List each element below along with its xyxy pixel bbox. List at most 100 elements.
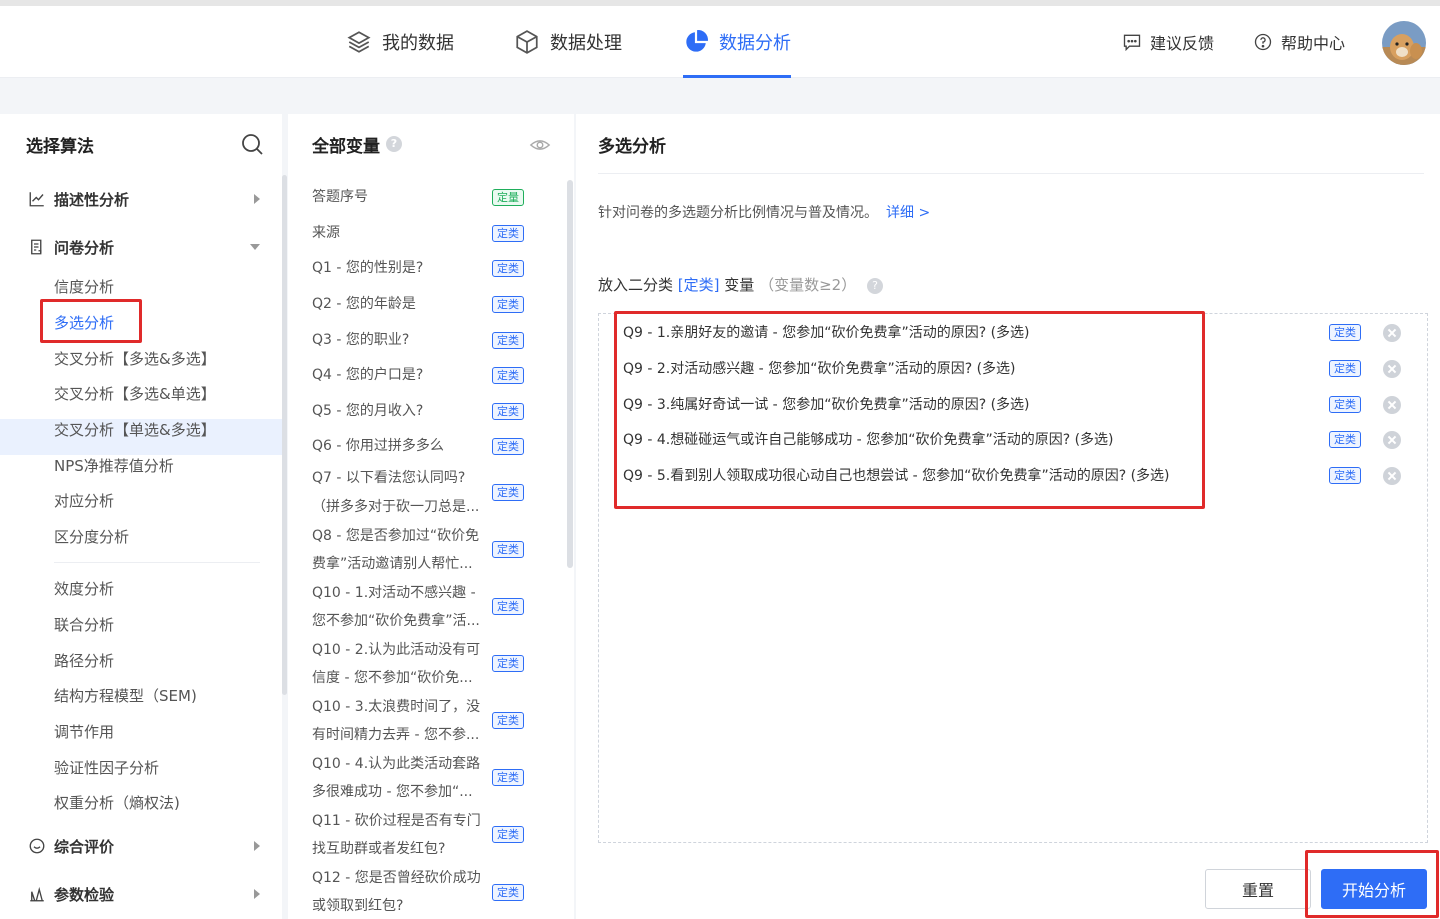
avatar-image bbox=[1382, 21, 1426, 65]
variable-drop-zone[interactable]: Q9 - 1.亲朋好友的邀请 - 您参加“砍价免费拿”活动的原因? (多选) 定… bbox=[598, 313, 1428, 843]
var-item[interactable]: Q5 - 您的月收入? bbox=[312, 397, 484, 425]
description-text: 针对问卷的多选题分析比例情况与普及情况。 bbox=[598, 205, 878, 221]
feedback-link[interactable]: 建议反馈 bbox=[1122, 6, 1214, 78]
selected-variable-tag: 定类 bbox=[1329, 431, 1361, 448]
var-tag: 定类 bbox=[492, 367, 524, 384]
algorithm-panel: 选择算法 描述性分析 问卷分析 信度分析 多选分析 交叉分析【多选&多选】 交叉… bbox=[0, 114, 282, 919]
selected-variable[interactable]: Q9 - 4.想碰碰运气或许自己能够成功 - 您参加“砍价免费拿”活动的原因? … bbox=[623, 429, 1114, 453]
algo-multi-select[interactable]: 多选分析 bbox=[54, 312, 114, 334]
drop-label-type: [定类] bbox=[677, 276, 720, 294]
var-item-line2[interactable]: 或领取到红包? bbox=[312, 892, 484, 919]
remove-icon[interactable] bbox=[1383, 467, 1401, 485]
var-item-line2[interactable]: 多很难成功 - 您不参加“... bbox=[312, 778, 484, 806]
var-tag: 定类 bbox=[492, 769, 524, 786]
var-item[interactable]: Q4 - 您的户口是? bbox=[312, 361, 484, 389]
var-item-line1[interactable]: Q10 - 1.对活动不感兴趣 - bbox=[312, 579, 484, 607]
var-item[interactable]: Q1 - 您的性别是? bbox=[312, 254, 484, 282]
selected-variable[interactable]: Q9 - 1.亲朋好友的邀请 - 您参加“砍价免费拿”活动的原因? (多选) bbox=[623, 322, 1030, 346]
algo-cross-ms[interactable]: 交叉分析【多选&单选】 bbox=[54, 383, 216, 405]
var-tag: 定类 bbox=[492, 260, 524, 277]
var-item[interactable]: Q2 - 您的年龄是 bbox=[312, 290, 484, 318]
var-item[interactable]: 来源 bbox=[312, 219, 484, 247]
var-item-line2[interactable]: 费拿”活动邀请别人帮忙... bbox=[312, 550, 484, 578]
nav-label: 我的数据 bbox=[382, 33, 454, 54]
var-item[interactable]: Q6 - 你用过拼多多么 bbox=[312, 432, 484, 460]
algo-entropy-weight[interactable]: 权重分析（熵权法) bbox=[54, 792, 180, 814]
group-label: 参数检验 bbox=[54, 885, 115, 904]
analysis-panel: 多选分析 针对问卷的多选题分析比例情况与普及情况。 详细 > 放入二分类 [定类]… bbox=[576, 114, 1440, 919]
help-icon[interactable]: ? bbox=[867, 278, 883, 294]
algo-path[interactable]: 路径分析 bbox=[54, 650, 114, 672]
nav-label: 数据处理 bbox=[550, 33, 622, 54]
algo-discrimination[interactable]: 区分度分析 bbox=[54, 526, 129, 548]
selected-variable-tag: 定类 bbox=[1329, 396, 1361, 413]
remove-icon[interactable] bbox=[1383, 324, 1401, 342]
variables-scrollbar[interactable] bbox=[567, 180, 573, 568]
var-tag: 定类 bbox=[492, 655, 524, 672]
algo-correspondence[interactable]: 对应分析 bbox=[54, 490, 114, 512]
variables-panel: 全部变量 ? 答题序号 定量 来源 定类 Q1 - 您的性别是? 定类 Q2 -… bbox=[288, 114, 574, 919]
selected-variable-tag: 定类 bbox=[1329, 360, 1361, 377]
line-chart-icon bbox=[29, 192, 44, 207]
var-item-line2[interactable]: （拼多多对于砍一刀总是... bbox=[312, 493, 484, 521]
var-item[interactable]: 答题序号 bbox=[312, 183, 484, 211]
algo-reliability[interactable]: 信度分析 bbox=[54, 276, 114, 298]
nav-data-processing[interactable]: 数据处理 bbox=[514, 6, 622, 78]
var-item-line2[interactable]: 有时间精力去弄 - 您不参... bbox=[312, 721, 484, 749]
selected-variable-tag: 定类 bbox=[1329, 324, 1361, 341]
eye-icon[interactable] bbox=[529, 134, 551, 156]
user-avatar[interactable] bbox=[1382, 21, 1426, 65]
selected-variable[interactable]: Q9 - 5.看到别人领取成功很心动自己也想尝试 - 您参加“砍价免费拿”活动的… bbox=[623, 465, 1170, 489]
var-tag: 定类 bbox=[492, 438, 524, 455]
var-item-line1[interactable]: Q10 - 2.认为此活动没有可 bbox=[312, 636, 484, 664]
algo-validity[interactable]: 效度分析 bbox=[54, 578, 114, 600]
var-item-line1[interactable]: Q7 - 以下看法您认同吗? bbox=[312, 464, 484, 492]
remove-icon[interactable] bbox=[1383, 396, 1401, 414]
var-tag: 定类 bbox=[492, 484, 524, 501]
drop-label-post: 变量 bbox=[724, 276, 755, 294]
var-item-line1[interactable]: Q12 - 您是否曾经砍价成功 bbox=[312, 864, 484, 892]
variables-title-text: 全部变量 bbox=[312, 136, 380, 157]
var-item-line2[interactable]: 找互助群或者发红包? bbox=[312, 835, 484, 863]
selected-variable[interactable]: Q9 - 2.对活动感兴趣 - 您参加“砍价免费拿”活动的原因? (多选) bbox=[623, 358, 1016, 382]
var-item-line1[interactable]: Q10 - 4.认为此类活动套路 bbox=[312, 750, 484, 778]
algo-cfa[interactable]: 验证性因子分析 bbox=[54, 757, 159, 779]
algo-cross-mm[interactable]: 交叉分析【多选&多选】 bbox=[54, 348, 216, 370]
var-item[interactable]: Q3 - 您的职业? bbox=[312, 326, 484, 354]
group-label: 问卷分析 bbox=[54, 238, 115, 257]
divider bbox=[54, 562, 260, 563]
group-parametric-test[interactable]: 参数检验 bbox=[28, 882, 268, 906]
algo-sem[interactable]: 结构方程模型（SEM) bbox=[54, 685, 197, 707]
help-center-link[interactable]: 帮助中心 bbox=[1253, 6, 1345, 78]
group-questionnaire[interactable]: 问卷分析 bbox=[28, 235, 268, 259]
nav-data-analysis[interactable]: 数据分析 bbox=[683, 6, 791, 78]
nav-my-data[interactable]: 我的数据 bbox=[346, 6, 454, 78]
chevron-right-icon bbox=[254, 841, 260, 851]
reset-button[interactable]: 重置 bbox=[1205, 869, 1311, 909]
var-item-line1[interactable]: Q10 - 3.太浪费时间了，没 bbox=[312, 693, 484, 721]
var-item-line2[interactable]: 您不参加“砍价免费拿”活... bbox=[312, 607, 484, 635]
var-item-line1[interactable]: Q8 - 您是否参加过“砍价免 bbox=[312, 522, 484, 550]
remove-icon[interactable] bbox=[1383, 360, 1401, 378]
var-item-line2[interactable]: 信度 - 您不参加“砍价免... bbox=[312, 664, 484, 692]
layers-icon bbox=[347, 31, 371, 53]
group-descriptive[interactable]: 描述性分析 bbox=[28, 187, 268, 211]
group-comprehensive[interactable]: 综合评价 bbox=[28, 834, 268, 858]
algo-conjoint[interactable]: 联合分析 bbox=[54, 614, 114, 636]
start-analysis-button[interactable]: 开始分析 bbox=[1321, 869, 1427, 909]
algo-moderation[interactable]: 调节作用 bbox=[54, 721, 114, 743]
details-link[interactable]: 详细 > bbox=[886, 205, 930, 221]
chat-smile-icon bbox=[29, 838, 45, 854]
help-label: 帮助中心 bbox=[1281, 34, 1346, 53]
algo-cross-sm[interactable]: 交叉分析【单选&多选】 bbox=[54, 419, 216, 441]
remove-icon[interactable] bbox=[1383, 431, 1401, 449]
document-icon bbox=[31, 239, 42, 255]
var-tag: 定类 bbox=[492, 826, 524, 843]
algo-nps[interactable]: NPS净推荐值分析 bbox=[54, 455, 174, 477]
help-icon[interactable]: ? bbox=[386, 136, 402, 152]
group-label: 描述性分析 bbox=[54, 190, 130, 209]
var-item-line1[interactable]: Q11 - 砍价过程是否有专门 bbox=[312, 807, 484, 835]
selected-variable[interactable]: Q9 - 3.纯属好奇试一试 - 您参加“砍价免费拿”活动的原因? (多选) bbox=[623, 394, 1030, 418]
search-icon[interactable] bbox=[240, 132, 264, 156]
algorithm-scrollbar[interactable] bbox=[282, 175, 287, 695]
